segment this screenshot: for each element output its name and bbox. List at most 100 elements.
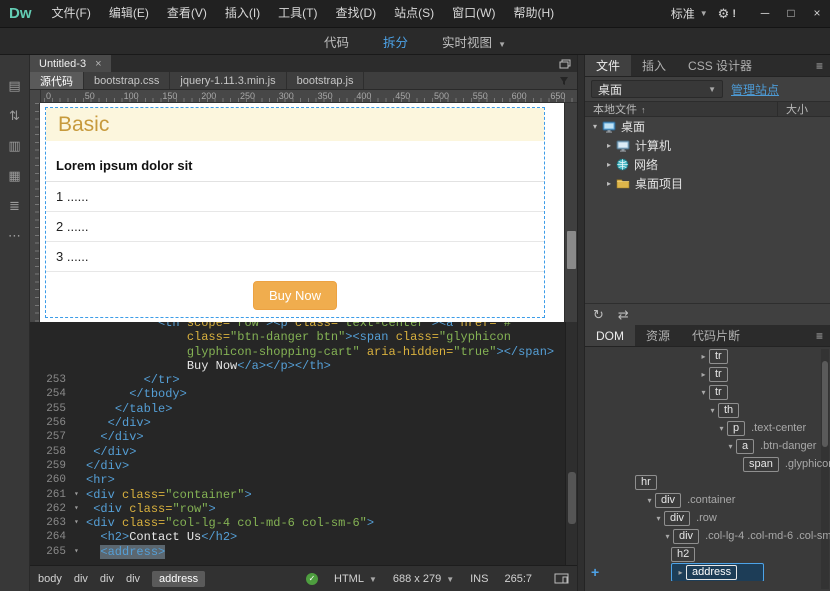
menu-item[interactable]: 工具(T) bbox=[269, 0, 326, 27]
fold-arrow-icon[interactable]: ▾ bbox=[74, 545, 86, 559]
tag-selector[interactable]: div bbox=[74, 573, 88, 585]
add-element-button[interactable]: + bbox=[591, 564, 599, 580]
code-line[interactable]: 254 </tbody> bbox=[30, 387, 577, 401]
manage-sites-link[interactable]: 管理站点 bbox=[731, 81, 779, 98]
design-canvas[interactable]: Basic Lorem ipsum dolor sit 1 ......2 ..… bbox=[41, 103, 564, 322]
file-tree-item[interactable]: ▸桌面项目 bbox=[585, 174, 830, 193]
expand-arrow-icon[interactable]: ▸ bbox=[675, 568, 686, 577]
tag-selector[interactable]: div bbox=[126, 573, 140, 585]
panel-tab[interactable]: 文件 bbox=[585, 55, 631, 76]
menu-item[interactable]: 插入(I) bbox=[216, 0, 269, 27]
panel-splitter[interactable] bbox=[577, 55, 585, 591]
dom-node[interactable]: ▾div.row bbox=[585, 509, 830, 527]
menu-item[interactable]: 编辑(E) bbox=[100, 0, 158, 27]
selected-element-outline[interactable]: Basic Lorem ipsum dolor sit 1 ......2 ..… bbox=[45, 107, 545, 318]
files-icon[interactable]: ▤ bbox=[8, 79, 20, 93]
tag-selector[interactable]: body bbox=[38, 573, 62, 585]
gear-icon[interactable]: ⚙ bbox=[718, 6, 730, 22]
table-row[interactable]: 3 ...... bbox=[46, 242, 544, 272]
expand-arrow-icon[interactable]: ▾ bbox=[725, 442, 736, 451]
fold-arrow-icon[interactable]: ▾ bbox=[74, 502, 86, 516]
related-file-item[interactable]: bootstrap.js bbox=[287, 72, 365, 89]
panel-tab[interactable]: 代码片断 bbox=[681, 325, 751, 346]
design-view[interactable]: Basic Lorem ipsum dolor sit 1 ......2 ..… bbox=[30, 103, 577, 322]
panel-menu-icon[interactable]: ≡ bbox=[816, 59, 823, 73]
table-row[interactable]: 1 ...... bbox=[46, 182, 544, 212]
buy-now-button[interactable]: Buy Now bbox=[253, 281, 337, 310]
dom-node[interactable]: ▾a.btn-danger bbox=[585, 437, 830, 455]
scrollbar-thumb[interactable] bbox=[567, 231, 576, 269]
code-line[interactable]: 256 </div> bbox=[30, 416, 577, 430]
dom-node[interactable]: h2 bbox=[585, 545, 830, 563]
maximize-button[interactable]: □ bbox=[778, 0, 804, 27]
sync-alert-icon[interactable]: ! bbox=[732, 8, 736, 20]
minimize-button[interactable]: ─ bbox=[752, 0, 778, 27]
dom-node[interactable]: ▾div.col-lg-4 .col-md-6 .col-sm-6 bbox=[585, 527, 830, 545]
site-select[interactable]: 桌面 ▼ bbox=[591, 80, 723, 98]
design-scrollbar[interactable] bbox=[564, 103, 577, 322]
more-icon[interactable]: ⋯ bbox=[8, 229, 21, 243]
dom-node[interactable]: ▸tr bbox=[585, 347, 830, 365]
snippets-icon[interactable]: ▥ bbox=[8, 139, 20, 153]
menu-item[interactable]: 文件(F) bbox=[43, 0, 100, 27]
code-line[interactable]: 265▾ <address> bbox=[30, 545, 577, 559]
expand-arrow-icon[interactable]: ▸ bbox=[698, 352, 709, 361]
refresh-icon[interactable]: ↻ bbox=[593, 307, 604, 323]
panel-heading[interactable]: Basic bbox=[46, 108, 544, 141]
linting-icon[interactable]: ≣ bbox=[9, 199, 20, 213]
workspace-switcher[interactable]: 标准 bbox=[671, 5, 695, 22]
code-line[interactable]: 255 </table> bbox=[30, 402, 577, 416]
code-line[interactable]: glyphicon-shopping-cart" aria-hidden="tr… bbox=[30, 345, 577, 359]
code-view[interactable]: <th scope="row"><p class="text-center"><… bbox=[30, 322, 577, 565]
document-tab[interactable]: Untitled-3 × bbox=[30, 55, 111, 72]
panel-menu-icon[interactable]: ≡ bbox=[816, 329, 823, 343]
code-line[interactable]: 262▾ <div class="row"> bbox=[30, 502, 577, 516]
column-size[interactable]: 大小 bbox=[777, 102, 808, 116]
expand-arrow-icon[interactable]: ▾ bbox=[653, 514, 664, 523]
dom-node[interactable]: ▾th bbox=[585, 401, 830, 419]
expand-arrow-icon[interactable]: ▾ bbox=[662, 532, 673, 541]
related-file-item[interactable]: 源代码 bbox=[30, 72, 84, 89]
expand-arrow-icon[interactable]: ▸ bbox=[603, 160, 615, 169]
expand-arrow-icon[interactable]: ▸ bbox=[698, 370, 709, 379]
window-size-select[interactable]: 688 x 279▼ bbox=[393, 573, 454, 585]
menu-item[interactable]: 帮助(H) bbox=[504, 0, 563, 27]
selected-node-box[interactable]: ▸address bbox=[671, 563, 764, 581]
file-tree-item[interactable]: ▸网络 bbox=[585, 155, 830, 174]
expand-arrow-icon[interactable]: ▸ bbox=[603, 141, 615, 150]
dom-node[interactable]: hr bbox=[585, 473, 830, 491]
dom-node[interactable]: ▸tr bbox=[585, 365, 830, 383]
code-line[interactable]: 253 </tr> bbox=[30, 373, 577, 387]
panel-tab[interactable]: 资源 bbox=[635, 325, 681, 346]
scrollbar-thumb[interactable] bbox=[568, 472, 576, 524]
lead-text[interactable]: Lorem ipsum dolor sit bbox=[46, 152, 544, 182]
code-line[interactable]: class="btn-danger btn"><span class="glyp… bbox=[30, 330, 577, 344]
tag-selector[interactable]: div bbox=[100, 573, 114, 585]
expand-arrow-icon[interactable]: ▾ bbox=[707, 406, 718, 415]
view-tab[interactable]: 实时视图▼ bbox=[442, 32, 506, 51]
menu-item[interactable]: 站点(S) bbox=[385, 0, 443, 27]
expand-arrow-icon[interactable]: ▾ bbox=[644, 496, 655, 505]
expand-arrow-icon[interactable]: ▾ bbox=[698, 388, 709, 397]
fold-arrow-icon[interactable]: ▾ bbox=[74, 488, 86, 502]
close-icon[interactable]: × bbox=[95, 58, 101, 70]
doc-type-select[interactable]: HTML▼ bbox=[334, 573, 377, 585]
panel-tab[interactable]: CSS 设计器 bbox=[677, 55, 763, 76]
panel-tab[interactable]: DOM bbox=[585, 325, 635, 346]
menu-item[interactable]: 查找(D) bbox=[326, 0, 385, 27]
view-tab[interactable]: 拆分 bbox=[383, 32, 408, 51]
dom-node[interactable]: ▸address + bbox=[585, 563, 830, 581]
code-line[interactable]: 260<hr> bbox=[30, 473, 577, 487]
grid-icon[interactable]: ▦ bbox=[8, 169, 20, 183]
cascade-windows-icon[interactable] bbox=[559, 59, 571, 69]
code-line[interactable]: 263▾<div class="col-lg-4 col-md-6 col-sm… bbox=[30, 516, 577, 530]
menu-item[interactable]: 窗口(W) bbox=[443, 0, 504, 27]
file-tree-item[interactable]: ▸计算机 bbox=[585, 136, 830, 155]
table-row[interactable]: 2 ...... bbox=[46, 212, 544, 242]
device-preview-icon[interactable] bbox=[554, 573, 569, 585]
view-tab[interactable]: 代码 bbox=[324, 32, 349, 51]
code-line[interactable]: 264 <h2>Contact Us</h2> bbox=[30, 530, 577, 544]
code-line[interactable]: <th scope="row"><p class="text-center"><… bbox=[30, 322, 577, 330]
get-put-icon[interactable]: ⇄ bbox=[618, 307, 629, 323]
file-tree-item[interactable]: ▾桌面 bbox=[585, 117, 830, 136]
